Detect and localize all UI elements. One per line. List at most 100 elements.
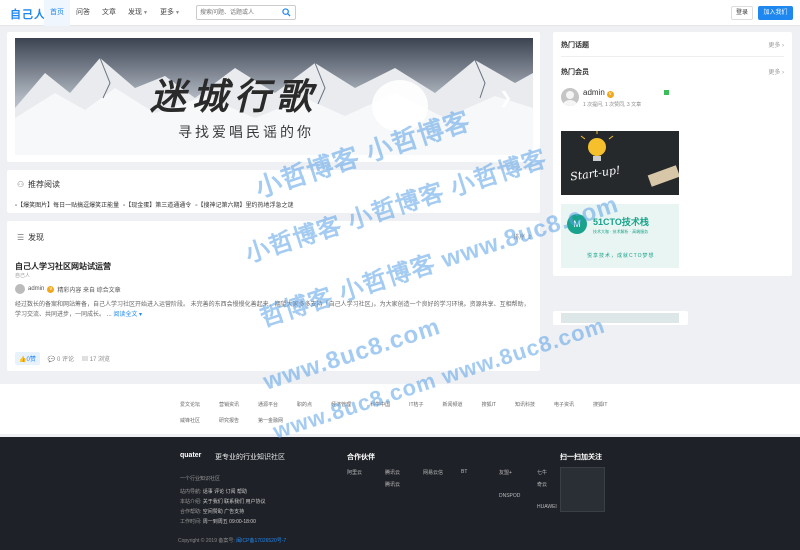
ad-startup[interactable]: Start-up! [561,131,679,195]
friend-link[interactable]: 电子资讯 [554,401,574,408]
post-actions: 👍0赞 💬 0 评论 ▤ 17 浏览 [15,352,110,365]
friend-link[interactable]: 营销资讯 [219,401,239,408]
friend-link[interactable]: 科学中国 [370,401,390,408]
partner-logo[interactable]: 腾讯云 [385,481,415,488]
friend-link[interactable]: 搜狐IT [482,401,496,408]
friend-link[interactable]: 搜狐IT [593,401,607,408]
recommended-item[interactable]: ▫【现金蛋】第三道通通令 [123,200,191,209]
partner-logo[interactable]: 腾讯云 [385,469,415,476]
partner-logo[interactable] [461,504,491,510]
partner-logo[interactable] [461,493,491,499]
recommended-item-label: 【搜神记第六期】里约热地浮急之谜 [197,203,294,209]
partner-logo[interactable] [385,493,415,499]
discover-title: 发现 [28,233,44,242]
footer-line-label: 工作时间: [180,519,202,525]
avatar[interactable] [15,284,25,294]
qr-code-image [560,467,605,512]
friend-link[interactable]: 研究报告 [219,417,239,424]
recommended-item-label: 【爆笑图片】每日一贴搞逗爆笑正能量 [17,203,120,209]
qr-heading: 扫一扫加关注 [560,454,602,461]
partner-logo[interactable]: BT [461,469,491,476]
partner-logo[interactable] [347,481,377,488]
friend-link[interactable]: 爱文论坛 [180,401,200,408]
friend-link[interactable]: 第一金融网 [258,417,283,424]
ad-placeholder[interactable] [561,313,679,323]
post-excerpt-text: 经过数长的备案和网站筹备，自己人学习社区开始进入运营阶段。 未完善的东西会慢慢化… [15,302,530,318]
nav-questions-label: 问答 [76,9,90,16]
read-more-link[interactable]: 阅读全文 ▾ [113,312,142,318]
hot-members-more-link[interactable]: 更多 › [768,67,784,76]
footer-line-value[interactable]: 话事 评论 订阅 帮助 [203,489,247,495]
partner-logo[interactable] [347,504,377,510]
footer-line-value[interactable]: 关于我们 联系我们 用户协议 [203,499,266,505]
partner-logo[interactable] [347,493,377,499]
partner-logo[interactable] [461,481,491,488]
footer-line-label: 本站介绍: [180,499,202,505]
hot-topics-heading: 热门话题 [561,42,589,49]
friend-link[interactable]: 威锋社区 [180,417,200,424]
recommended-item[interactable]: ▫【爆笑图片】每日一贴搞逗爆笑正能量 [15,200,119,209]
sidebar-card-extra [553,311,688,325]
site-logo[interactable]: 自己人 [10,6,46,22]
avatar[interactable] [561,88,579,106]
partner-logo[interactable]: DNSPOD [499,493,529,499]
friend-link[interactable]: 知讯科技 [515,401,535,408]
friend-links-row-2: 威锋社区 研究报告 第一金融网 [180,417,302,424]
nav-home[interactable]: 首页 [44,0,70,26]
nav-discover-label: 发现 [128,9,142,16]
user-icon: ⚇ [17,180,25,189]
nav-home-label: 首页 [50,9,64,16]
banner-carousel[interactable]: 迷城行歌 寻找爱唱民谣的你 ❯ [15,38,533,155]
friend-link[interactable]: 新闻频道 [443,401,463,408]
comments-link[interactable]: 💬 0 评论 [48,354,74,363]
partner-logo[interactable]: 阿里云 [347,469,377,476]
partner-logo[interactable] [423,481,453,488]
partner-logo[interactable] [499,504,529,510]
recommended-item[interactable]: ▫【搜神记第六期】里约热地浮急之谜 [195,200,293,209]
hot-topics-more-label: 更多 [768,43,781,49]
partner-logo[interactable] [423,504,453,510]
partner-logo[interactable] [499,481,529,488]
read-more-label: 阅读全文 [113,312,138,318]
search-icon[interactable] [282,8,291,17]
ad-51cto[interactable]: M 51CTO技术栈 技术大咖 · 技术解析 · 高端服务 悦享技术，成就CTO… [561,204,679,268]
recommended-list: ▫【爆笑图片】每日一贴搞逗爆笑正能量 ▫【现金蛋】第三道通通令 ▫【搜神记第六期… [15,200,293,209]
icp-link[interactable]: 闽ICP备17026520号-7 [236,538,286,544]
footer-hours-line: 工作时间: 周一到周五 09:00-18:00 [180,518,256,525]
login-button[interactable]: 登录 [731,6,753,20]
search-input[interactable] [197,6,277,19]
friend-link[interactable]: 经济管理 [331,401,351,408]
nav-discover[interactable]: 发现▼ [122,0,154,26]
post-meta: admin v 精彩内容 来自 综合文章 [15,284,121,294]
footer-logo[interactable]: quater [180,452,201,459]
chevron-down-icon: ▼ [174,10,180,16]
footer-slogan: 更专业的行业知识社区 [215,454,285,461]
nav-more[interactable]: 更多▼ [154,0,186,26]
nav-questions[interactable]: 问答 [70,0,96,26]
like-button[interactable]: 👍0赞 [15,352,40,365]
chevron-right-icon[interactable]: ❯ [499,88,512,108]
partner-logo[interactable] [385,504,415,510]
partner-logo[interactable] [423,493,453,499]
follow-icon[interactable] [664,90,669,95]
post-author[interactable]: admin [28,286,44,292]
member-name[interactable]: admin [583,88,605,97]
lightbulb-icon [580,131,679,187]
partner-logo[interactable]: 网易云信 [423,469,453,476]
partners-list: 阿里云 腾讯云 网易云信 BT 友盟+ 七牛 腾讯云 奇云 DNSPOD HUA… [347,469,577,510]
nav-articles[interactable]: 文章 [96,0,122,26]
recommended-item-label: 【现金蛋】第三道通通令 [125,203,192,209]
like-count: 0赞 [26,357,36,363]
view-count: 17 浏览 [89,357,111,363]
divider [561,56,784,57]
join-button[interactable]: 加入我们 [758,6,793,20]
post-title[interactable]: 自己人学习社区网站试运营 [15,261,111,272]
friend-link[interactable]: 职的点 [297,401,312,408]
friend-link[interactable]: IT桔子 [409,401,423,408]
partner-logo[interactable]: 友盟+ [499,469,529,476]
hot-topics-more-link[interactable]: 更多 › [768,40,784,49]
sort-dropdown[interactable]: 排序 ⇕ [513,232,532,241]
footer-line-value[interactable]: 空间赞助 广告支持 [203,509,244,515]
friend-link[interactable]: 通源平台 [258,401,278,408]
copyright: Copyright © 2019 备案号: 闽ICP备17026520号-7 [178,537,286,544]
